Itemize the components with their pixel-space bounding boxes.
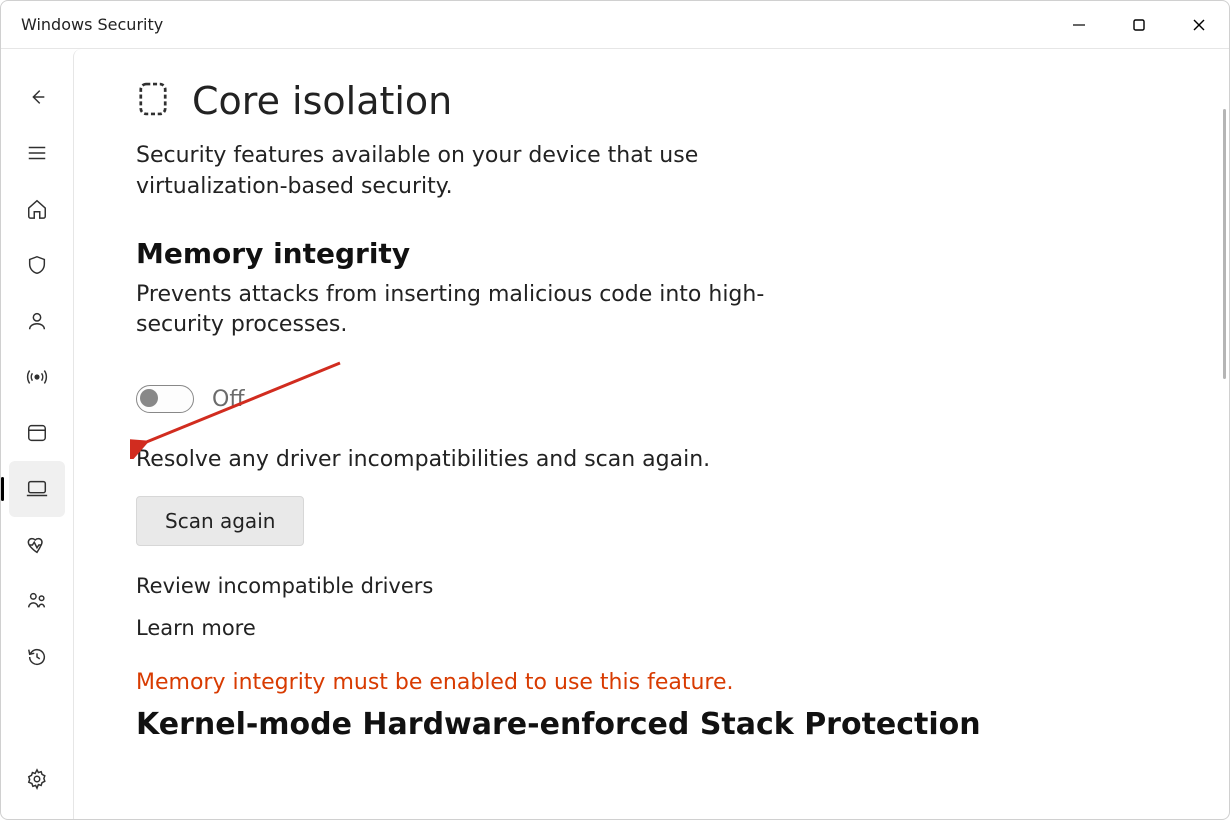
page-header: Core isolation [136, 79, 1167, 123]
nav-settings[interactable] [9, 751, 65, 807]
shield-icon [26, 254, 48, 276]
broadcast-icon [26, 366, 48, 388]
kernel-stack-heading: Kernel-mode Hardware-enforced Stack Prot… [136, 707, 1167, 742]
content-area: Core isolation Security features availab… [73, 49, 1229, 819]
family-icon [25, 590, 49, 612]
titlebar: Windows Security [1, 1, 1229, 49]
app-window-icon [26, 422, 48, 444]
close-button[interactable] [1169, 1, 1229, 49]
gear-icon [26, 768, 48, 790]
nav-device-performance[interactable] [9, 517, 65, 573]
window-title: Windows Security [21, 15, 163, 34]
laptop-icon [25, 478, 49, 500]
sidebar [1, 49, 73, 819]
heart-pulse-icon [25, 534, 49, 556]
nav-protection-history[interactable] [9, 629, 65, 685]
minimize-icon [1072, 18, 1086, 32]
core-isolation-icon [136, 80, 170, 122]
resolve-note: Resolve any driver incompatibilities and… [136, 447, 1167, 472]
back-arrow-icon [26, 86, 48, 108]
maximize-icon [1132, 18, 1146, 32]
window-controls [1049, 1, 1229, 49]
back-button[interactable] [9, 69, 65, 125]
learn-more-link[interactable]: Learn more [136, 616, 1167, 640]
toggle-state-label: Off [212, 387, 244, 412]
nav-menu-button[interactable] [9, 125, 65, 181]
maximize-button[interactable] [1109, 1, 1169, 49]
nav-account-protection[interactable] [9, 293, 65, 349]
nav-app-browser[interactable] [9, 405, 65, 461]
nav-family-options[interactable] [9, 573, 65, 629]
memory-integrity-toggle[interactable] [136, 385, 194, 413]
scrollbar[interactable] [1223, 109, 1226, 379]
close-icon [1192, 18, 1206, 32]
scan-again-button[interactable]: Scan again [136, 496, 304, 546]
history-icon [26, 646, 48, 668]
toggle-knob [140, 389, 158, 407]
hamburger-icon [26, 142, 48, 164]
nav-device-security[interactable] [9, 461, 65, 517]
nav-firewall[interactable] [9, 349, 65, 405]
memory-integrity-toggle-row: Off [136, 385, 1167, 413]
memory-integrity-heading: Memory integrity [136, 237, 1167, 270]
memory-integrity-description: Prevents attacks from inserting maliciou… [136, 280, 836, 342]
person-icon [26, 310, 48, 332]
kernel-warning-text: Memory integrity must be enabled to use … [136, 670, 1167, 695]
page-title: Core isolation [192, 79, 452, 123]
nav-home[interactable] [9, 181, 65, 237]
home-icon [26, 198, 48, 220]
nav-virus-protection[interactable] [9, 237, 65, 293]
body-area: Core isolation Security features availab… [1, 49, 1229, 819]
minimize-button[interactable] [1049, 1, 1109, 49]
review-drivers-link[interactable]: Review incompatible drivers [136, 574, 1167, 598]
page-subtitle: Security features available on your devi… [136, 141, 836, 203]
windows-security-window: Windows Security [0, 0, 1230, 820]
